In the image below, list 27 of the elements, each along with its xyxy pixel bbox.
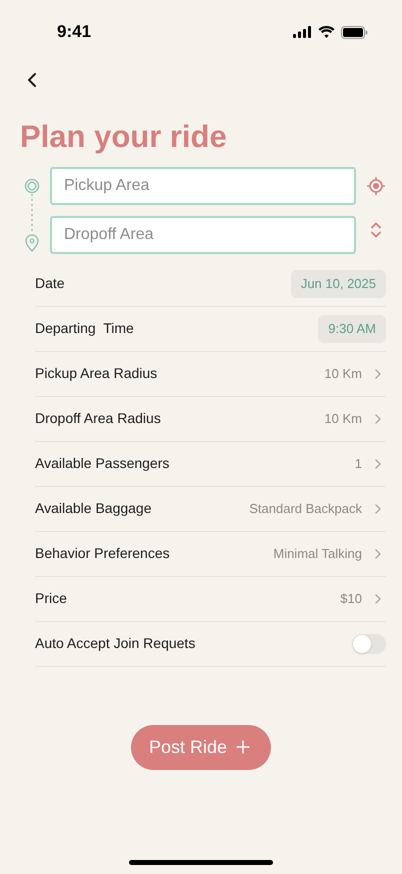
dropoff-field[interactable]: Dropoff Area	[50, 216, 356, 254]
signal-icon	[293, 26, 312, 38]
setting-label: Pickup Area Radius	[35, 364, 158, 384]
setting-value: 1	[354, 455, 362, 473]
setting-label: Behavior Preferences	[35, 544, 170, 564]
picker-button[interactable]: 9:30 AM	[318, 315, 386, 342]
setting-label: Available Baggage	[35, 499, 152, 518]
setting-value: 10 Km	[324, 410, 362, 428]
setting-label: Departing Time	[35, 319, 134, 338]
page-title: Plan your ride	[20, 118, 228, 156]
battery-icon	[341, 26, 368, 38]
setting-value: $10	[340, 590, 362, 608]
setting-label: Date	[35, 274, 65, 294]
setting-label: Dropoff Area Radius	[35, 409, 161, 428]
setting-label: Auto Accept Join Requets	[35, 634, 196, 654]
pickup-field[interactable]: Pickup Area	[50, 166, 356, 205]
setting-value: Standard Backpack	[249, 500, 362, 518]
setting-value: Minimal Talking	[273, 545, 362, 563]
setting-label: Price	[35, 589, 67, 608]
picker-button[interactable]: Jun 10, 2025	[290, 270, 386, 298]
wifi-icon	[318, 26, 335, 38]
setting-value: 10 Km	[324, 365, 362, 383]
toggle-switch[interactable]	[352, 634, 386, 654]
setting-label: Available Passengers	[35, 454, 170, 474]
post-ride-button[interactable]: Post Ride	[130, 724, 272, 770]
status-time: 9:41	[57, 21, 92, 44]
locate-icon[interactable]	[366, 176, 386, 196]
